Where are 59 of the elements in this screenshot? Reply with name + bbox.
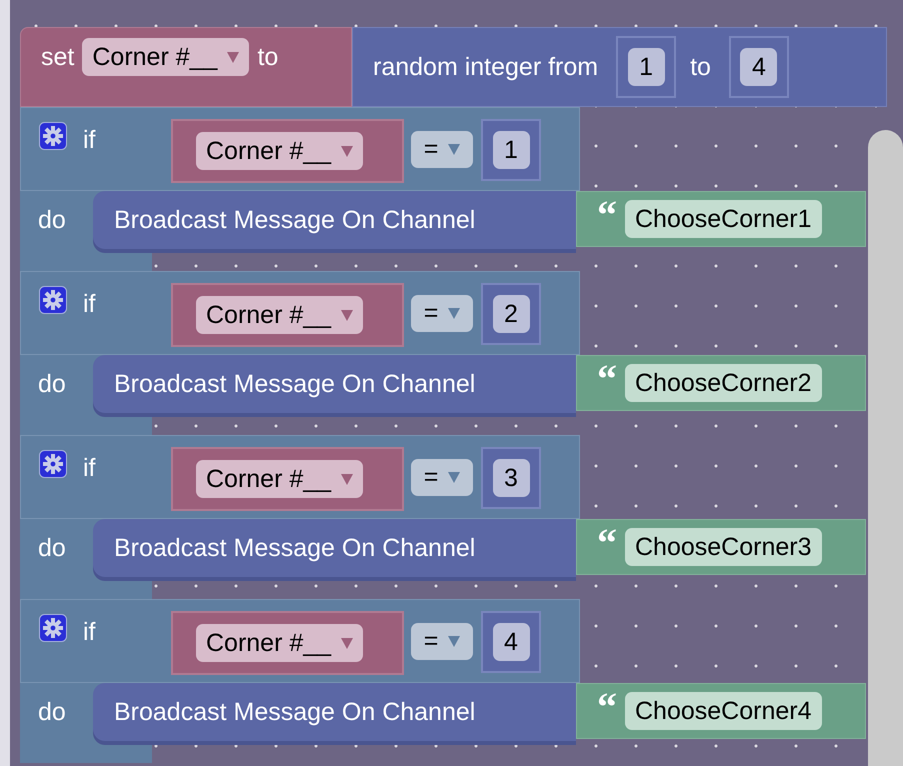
quote-mark: “: [597, 195, 617, 235]
number-block[interactable]: 4: [728, 36, 789, 98]
variable-block[interactable]: Corner #__: [171, 119, 404, 183]
quote-mark: “: [597, 523, 617, 563]
quote-mark: “: [597, 687, 617, 727]
to-label: to: [690, 52, 711, 83]
number-field[interactable]: 1: [628, 48, 665, 86]
variable-dropdown[interactable]: Corner #__: [196, 460, 364, 498]
number-field[interactable]: 1: [492, 131, 530, 169]
broadcast-block[interactable]: Broadcast Message On Channel: [93, 519, 576, 577]
set-variable-block[interactable]: set Corner #__ to: [20, 27, 352, 107]
number-field[interactable]: 3: [492, 459, 530, 497]
do-label: do: [37, 205, 67, 236]
text-block[interactable]: “ ChooseCorner4: [576, 683, 866, 739]
random-integer-label: random integer from: [373, 52, 598, 83]
number-block[interactable]: 1: [616, 36, 676, 98]
text-block[interactable]: “ ChooseCorner3: [576, 519, 866, 575]
if-block[interactable]: if Corner #__ = 2: [20, 271, 580, 355]
variable-block[interactable]: Corner #__: [171, 283, 404, 347]
message-field[interactable]: ChooseCorner2: [625, 364, 822, 402]
number-field[interactable]: 4: [492, 623, 530, 661]
if-label: if: [82, 453, 96, 484]
do-label: do: [37, 369, 67, 400]
number-field[interactable]: 4: [740, 48, 778, 86]
broadcast-block[interactable]: Broadcast Message On Channel: [93, 355, 576, 413]
to-label: to: [257, 42, 278, 73]
variable-dropdown[interactable]: Corner #__: [82, 38, 250, 76]
variable-dropdown[interactable]: Corner #__: [196, 132, 364, 170]
if-label: if: [82, 125, 96, 156]
variable-block[interactable]: Corner #__: [171, 447, 404, 511]
text-block[interactable]: “ ChooseCorner2: [576, 355, 866, 411]
quote-mark: “: [597, 359, 617, 399]
text-block[interactable]: “ ChooseCorner1: [576, 191, 866, 247]
operator-dropdown[interactable]: =: [411, 623, 473, 660]
if-label: if: [82, 289, 96, 320]
message-field[interactable]: ChooseCorner3: [625, 528, 822, 566]
if-label: if: [82, 617, 96, 648]
operator-dropdown[interactable]: =: [411, 131, 473, 168]
do-label: do: [37, 697, 67, 728]
do-label: do: [37, 533, 67, 564]
message-field[interactable]: ChooseCorner4: [625, 692, 822, 730]
operator-dropdown[interactable]: =: [411, 295, 473, 332]
broadcast-block[interactable]: Broadcast Message On Channel: [93, 683, 576, 741]
if-block[interactable]: if Corner #__ = 3: [20, 435, 580, 519]
number-block[interactable]: 2: [481, 283, 541, 345]
random-integer-block[interactable]: random integer from 1 to 4: [352, 27, 887, 107]
variable-dropdown[interactable]: Corner #__: [196, 624, 364, 662]
broadcast-block[interactable]: Broadcast Message On Channel: [93, 191, 576, 249]
number-field[interactable]: 2: [492, 295, 530, 333]
if-block[interactable]: if Corner #__ = 1: [20, 107, 580, 191]
number-block[interactable]: 1: [481, 119, 541, 181]
if-block[interactable]: if Corner #__ = 4: [20, 599, 580, 683]
number-block[interactable]: 3: [481, 447, 541, 509]
set-label: set: [41, 42, 74, 73]
message-field[interactable]: ChooseCorner1: [625, 200, 822, 238]
number-block[interactable]: 4: [481, 611, 541, 673]
operator-dropdown[interactable]: =: [411, 459, 473, 496]
variable-dropdown[interactable]: Corner #__: [196, 296, 364, 334]
variable-block[interactable]: Corner #__: [171, 611, 404, 675]
